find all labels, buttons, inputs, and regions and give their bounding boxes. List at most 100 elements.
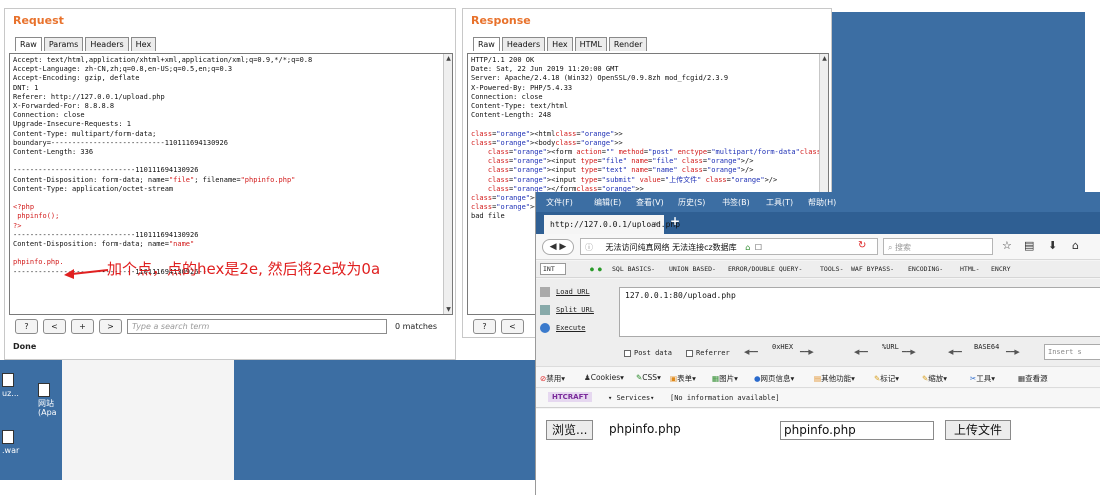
menu-sql-basics[interactable]: SQL BASICS- bbox=[612, 265, 655, 273]
url-encode-icon[interactable]: ━━▶ bbox=[902, 348, 916, 356]
menu-encryption[interactable]: ENCRY bbox=[991, 265, 1011, 273]
hackbar-type-select[interactable]: INT bbox=[540, 263, 566, 275]
desktop-icon[interactable]: uz... bbox=[2, 373, 19, 398]
name-input[interactable]: phpinfo.php bbox=[780, 421, 934, 440]
menu-union-based[interactable]: UNION BASED- bbox=[669, 265, 716, 273]
insert-string-input[interactable]: Insert s bbox=[1044, 344, 1100, 360]
request-line: boundary=---------------------------1101… bbox=[13, 138, 228, 147]
menu-waf-bypass[interactable]: WAF BYPASS- bbox=[851, 265, 894, 273]
response-line: Connection: close bbox=[471, 92, 543, 101]
help-button[interactable]: ? bbox=[15, 319, 38, 334]
menu-tools[interactable]: 工具(T) bbox=[766, 197, 793, 208]
menu-file[interactable]: 文件(F) bbox=[546, 197, 573, 208]
upload-button[interactable]: 上传文件 bbox=[945, 420, 1012, 440]
scroll-down-icon[interactable]: ▼ bbox=[444, 305, 452, 314]
previous-button[interactable]: < bbox=[501, 319, 524, 334]
forms-menu[interactable]: ▣表单▾ bbox=[670, 373, 696, 384]
help-button[interactable]: ? bbox=[473, 319, 496, 334]
next-button[interactable]: > bbox=[99, 319, 122, 334]
hackbar-menu: INT ● ● SQL BASICS- UNION BASED- ERROR/D… bbox=[536, 261, 1100, 278]
misc-menu[interactable]: ▤其他功能▾ bbox=[814, 373, 855, 384]
file-icon bbox=[2, 373, 14, 387]
home-button-icon[interactable]: ⌂ bbox=[1072, 239, 1079, 252]
menu-encoding[interactable]: ENCODING- bbox=[908, 265, 943, 273]
tab-strip: http://127.0.0.1/upload.php ✕ + bbox=[536, 212, 1100, 234]
request-line: ?> bbox=[13, 221, 22, 230]
desktop-icon[interactable]: 网站 (Apa bbox=[38, 383, 57, 417]
menu-bar: 文件(F) 编辑(E) 查看(V) 历史(S) 书签(B) 工具(T) 帮助(H… bbox=[536, 192, 1100, 212]
post-data-checkbox[interactable]: Post data bbox=[624, 349, 672, 357]
menu-bookmarks[interactable]: 书签(B) bbox=[722, 197, 750, 208]
previous-button[interactable]: < bbox=[43, 319, 66, 334]
resize-menu[interactable]: ✎缩放▾ bbox=[922, 373, 947, 384]
request-line: Content-Disposition: form-data; name="fi… bbox=[13, 175, 296, 184]
referrer-checkbox[interactable]: Referrer bbox=[686, 349, 730, 357]
address-bar[interactable]: ⓘ 无法访问纯真网络 无法连接cz数据库 ⌂ ☐ bbox=[580, 238, 878, 255]
tab-headers[interactable]: Headers bbox=[501, 37, 546, 51]
request-scrollbar[interactable]: ▲ ▼ bbox=[443, 54, 452, 314]
disable-menu[interactable]: ⊘禁用▾ bbox=[540, 373, 565, 384]
calendar-icon[interactable]: ☐ bbox=[755, 243, 762, 252]
request-tabs: Raw Params Headers Hex bbox=[15, 37, 158, 51]
menu-help[interactable]: 帮助(H) bbox=[808, 197, 836, 208]
request-line: -----------------------------11011169413… bbox=[13, 230, 199, 239]
tab-render[interactable]: Render bbox=[608, 37, 648, 51]
menu-tools[interactable]: TOOLS- bbox=[820, 265, 843, 273]
browse-button[interactable]: 浏览... bbox=[546, 420, 594, 440]
hex-encode-icon[interactable]: ━━▶ bbox=[800, 348, 814, 356]
execute-button[interactable]: Execute bbox=[540, 323, 586, 333]
tab-hex[interactable]: Hex bbox=[130, 37, 157, 51]
tab-params[interactable]: Params bbox=[43, 37, 84, 51]
services-menu[interactable]: ▾ Services▾ bbox=[608, 394, 654, 402]
tab-headers[interactable]: Headers bbox=[85, 37, 129, 51]
tab-hex[interactable]: Hex bbox=[547, 37, 573, 51]
tab-html[interactable]: HTML bbox=[574, 37, 607, 51]
response-line: class="orange"><input type="submit" valu… bbox=[487, 175, 778, 184]
reload-icon[interactable]: ↻ bbox=[858, 240, 866, 251]
split-url-button[interactable]: Split URL bbox=[540, 305, 594, 315]
css-menu[interactable]: ✎CSS▾ bbox=[636, 373, 661, 382]
images-menu[interactable]: ▦图片▾ bbox=[712, 373, 738, 384]
home-icon[interactable]: ⌂ bbox=[745, 243, 750, 252]
bookmarks-icon[interactable]: ▤ bbox=[1024, 239, 1034, 252]
request-line: Accept-Language: zh-CN,zh;q=0.8,en-US;q=… bbox=[13, 65, 233, 74]
annotation-arrow-icon bbox=[64, 269, 109, 279]
browser-tab[interactable]: http://127.0.0.1/upload.php ✕ bbox=[544, 215, 680, 234]
page-info-menu[interactable]: ●网页信息▾ bbox=[754, 373, 794, 384]
netcraft-logo[interactable]: HTCRAFT bbox=[548, 392, 593, 402]
add-button[interactable]: + bbox=[71, 319, 94, 334]
hex-decode-icon[interactable]: ◀━━ bbox=[744, 348, 758, 356]
cookies-menu[interactable]: ♟Cookies▾ bbox=[584, 373, 624, 382]
menu-edit[interactable]: 编辑(E) bbox=[594, 197, 621, 208]
response-line: Content-Length: 248 bbox=[471, 111, 552, 120]
scroll-up-icon[interactable]: ▲ bbox=[444, 54, 452, 63]
request-search-bar: ? < + > Type a search term 0 matches bbox=[15, 319, 437, 334]
view-source-menu[interactable]: ▦查看源 bbox=[1018, 373, 1048, 384]
bookmark-star-icon[interactable]: ☆ bbox=[1002, 239, 1012, 252]
menu-html[interactable]: HTML- bbox=[960, 265, 980, 273]
menu-view[interactable]: 查看(V) bbox=[636, 197, 664, 208]
tab-raw[interactable]: Raw bbox=[15, 37, 42, 51]
desktop-icon[interactable]: .war bbox=[2, 430, 19, 455]
new-tab-icon[interactable]: + bbox=[670, 214, 680, 228]
load-url-button[interactable]: Load URL bbox=[540, 287, 590, 297]
request-line: Accept-Encoding: gzip, deflate bbox=[13, 74, 140, 83]
outline-menu[interactable]: ✎标记▾ bbox=[874, 373, 899, 384]
base64-decode-icon[interactable]: ◀━━ bbox=[948, 348, 962, 356]
search-input[interactable]: ⌕ 搜索 bbox=[883, 238, 993, 255]
menu-error-double-query[interactable]: ERROR/DOUBLE QUERY- bbox=[728, 265, 802, 273]
tools-menu[interactable]: ✂工具▾ bbox=[970, 373, 995, 384]
tab-raw[interactable]: Raw bbox=[473, 37, 500, 51]
url-decode-icon[interactable]: ◀━━ bbox=[854, 348, 868, 356]
request-line: phpinfo(); bbox=[13, 212, 60, 221]
back-forward-icon[interactable]: ◀ ▶ bbox=[542, 239, 574, 255]
base64-encode-icon[interactable]: ━━▶ bbox=[1006, 348, 1020, 356]
close-icon[interactable]: ✕ bbox=[654, 219, 659, 228]
hackbar-url-input[interactable]: 127.0.0.1:80/upload.php bbox=[619, 287, 1100, 337]
info-icon: ⓘ bbox=[585, 243, 593, 252]
download-icon[interactable]: ⬇ bbox=[1048, 239, 1057, 252]
scroll-up-icon[interactable]: ▲ bbox=[820, 54, 828, 63]
menu-history[interactable]: 历史(S) bbox=[678, 197, 705, 208]
request-search-input[interactable]: Type a search term bbox=[127, 319, 387, 334]
response-title: Response bbox=[471, 14, 531, 27]
